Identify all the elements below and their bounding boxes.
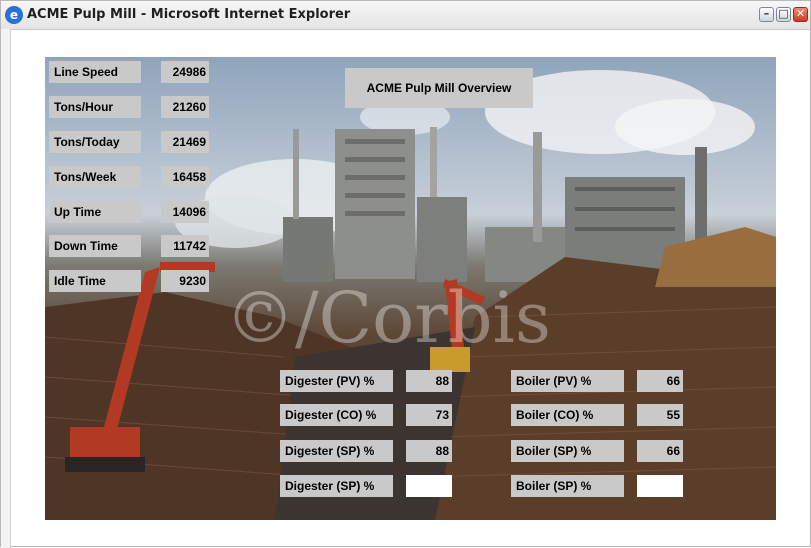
boiler-sp-label: Boiler (SP) %	[511, 440, 624, 462]
overview-title: ACME Pulp Mill Overview	[345, 68, 533, 108]
boiler-co-value: 55	[637, 404, 683, 426]
stat-label-up-time: Up Time	[49, 201, 141, 223]
digester-pv-label: Digester (PV) %	[280, 370, 393, 392]
digester-sp-label: Digester (SP) %	[280, 440, 393, 462]
boiler-sp-input-label: Boiler (SP) %	[511, 475, 624, 497]
browser-window: e ACME Pulp Mill - Microsoft Internet Ex…	[0, 0, 811, 548]
title-bar: e ACME Pulp Mill - Microsoft Internet Ex…	[1, 1, 810, 30]
stat-value-up-time: 14096	[161, 201, 209, 223]
close-button[interactable]: ✕	[793, 7, 808, 22]
boiler-pv-value: 66	[637, 370, 683, 392]
stat-value-tons-hour: 21260	[161, 96, 209, 118]
digester-pv-value: 88	[406, 370, 452, 392]
boiler-co-label: Boiler (CO) %	[511, 404, 624, 426]
digester-sp-value: 88	[406, 440, 452, 462]
stat-label-idle-time: Idle Time	[49, 270, 141, 292]
maximize-button[interactable]: □	[776, 7, 791, 22]
window-left-edge	[1, 29, 11, 548]
stat-value-line-speed: 24986	[161, 61, 209, 83]
minimize-button[interactable]: –	[759, 7, 774, 22]
boiler-sp-value: 66	[637, 440, 683, 462]
boiler-sp-input[interactable]	[637, 475, 683, 497]
digester-sp-input[interactable]	[406, 475, 452, 497]
stat-label-down-time: Down Time	[49, 235, 141, 257]
digester-co-value: 73	[406, 404, 452, 426]
digester-sp-input-label: Digester (SP) %	[280, 475, 393, 497]
stat-value-down-time: 11742	[161, 235, 209, 257]
watermark-text: ©/Corbis	[225, 277, 551, 359]
stat-value-tons-today: 21469	[161, 131, 209, 153]
stat-label-tons-week: Tons/Week	[49, 166, 141, 188]
stat-label-tons-today: Tons/Today	[49, 131, 141, 153]
internet-explorer-icon: e	[5, 6, 23, 24]
digester-co-label: Digester (CO) %	[280, 404, 393, 426]
boiler-pv-label: Boiler (PV) %	[511, 370, 624, 392]
stat-value-idle-time: 9230	[161, 270, 209, 292]
window-title: ACME Pulp Mill - Microsoft Internet Expl…	[27, 7, 351, 22]
stat-label-line-speed: Line Speed	[49, 61, 141, 83]
stat-value-tons-week: 16458	[161, 166, 209, 188]
stat-label-tons-hour: Tons/Hour	[49, 96, 141, 118]
